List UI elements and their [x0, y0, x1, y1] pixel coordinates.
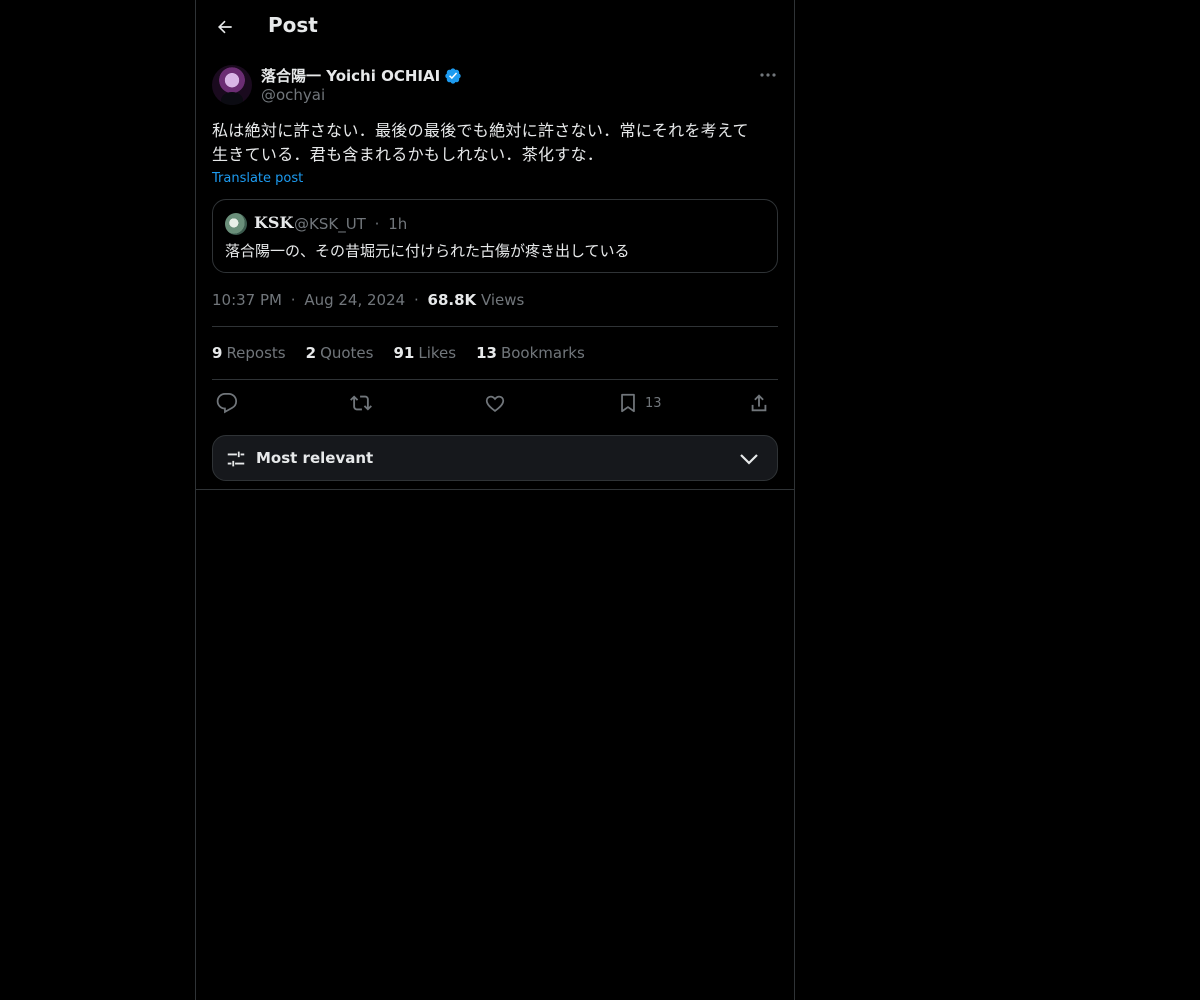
likes-label: Likes	[418, 344, 457, 362]
post-date[interactable]: Aug 24, 2024	[304, 291, 405, 309]
quoted-text: 落合陽一の、その昔堀元に付けられた古傷が疼き出している	[225, 242, 630, 260]
quoted-time: 1h	[388, 215, 408, 233]
post-text-line: 私は絶対に許さない．最後の最後でも絶対に許さない．常にそれを考えて	[212, 121, 749, 140]
like-icon	[485, 395, 505, 412]
divider	[196, 489, 794, 490]
views-label: Views	[480, 291, 525, 309]
bookmark-icon	[621, 393, 635, 413]
repost-button[interactable]	[350, 390, 372, 416]
reply-button[interactable]	[216, 390, 238, 416]
filter-icon	[227, 451, 245, 467]
post-text: 私は絶対に許さない．最後の最後でも絶対に許さない．常にそれを考えて 生きている．…	[212, 119, 782, 167]
divider	[212, 379, 778, 380]
quoted-author-name: KSK	[254, 213, 294, 232]
quotes-count: 2	[305, 344, 317, 362]
separator: ·	[374, 215, 380, 233]
quotes-label: Quotes	[320, 344, 374, 362]
page-title: Post	[268, 13, 318, 37]
author-name[interactable]: 落合陽一 Yoichi OCHIAI	[261, 65, 440, 86]
main-column: Post 落合陽一 Yoichi OCHIAI @ochyai 私は絶対に許さな…	[195, 0, 795, 1000]
share-icon	[751, 394, 767, 412]
likes-count: 91	[393, 344, 415, 362]
bookmark-button[interactable]: 13	[617, 390, 662, 416]
back-arrow-icon	[218, 20, 232, 34]
author-handle[interactable]: @ochyai	[261, 86, 325, 104]
post-header: Post	[196, 0, 794, 54]
back-button[interactable]	[212, 14, 238, 40]
separator: ·	[413, 291, 419, 309]
bookmarks-label: Bookmarks	[500, 344, 585, 362]
post-text-line: 生きている．君も含まれるかもしれない．茶化すな．	[212, 145, 604, 164]
post-meta: 10:37 PM · Aug 24, 2024 · 68.8K Views	[212, 291, 524, 309]
divider	[212, 326, 778, 327]
translate-post-link[interactable]: Translate post	[212, 171, 303, 186]
quoted-meta: @KSK_UT · 1h	[294, 215, 407, 233]
quotes-stat[interactable]: 2 Quotes	[306, 344, 374, 362]
like-button[interactable]	[484, 390, 506, 416]
author-name-row[interactable]: 落合陽一 Yoichi OCHIAI	[261, 65, 462, 86]
replies-sort-dropdown[interactable]: Most relevant	[212, 435, 778, 481]
separator: ·	[290, 291, 296, 309]
verified-badge-icon	[445, 67, 461, 84]
likes-stat[interactable]: 91 Likes	[393, 344, 456, 362]
quoted-author-avatar	[225, 213, 247, 235]
bookmark-count: 13	[645, 395, 662, 411]
more-options-button[interactable]	[755, 64, 781, 86]
author-avatar[interactable]	[212, 65, 252, 105]
sort-label: Most relevant	[256, 449, 374, 467]
more-icon	[760, 73, 776, 77]
reposts-stat[interactable]: 9 Reposts	[212, 344, 286, 362]
bookmarks-count: 13	[476, 344, 497, 362]
quoted-post[interactable]: KSK @KSK_UT · 1h 落合陽一の、その昔堀元に付けられた古傷が疼き出…	[212, 199, 778, 273]
post-time[interactable]: 10:37 PM	[212, 291, 282, 309]
share-button[interactable]	[748, 390, 770, 416]
reposts-label: Reposts	[226, 344, 286, 362]
engagement-stats: 9 Reposts 2 Quotes 91 Likes 13 Bookmarks	[212, 344, 585, 362]
repost-icon	[350, 395, 372, 411]
bookmarks-stat[interactable]: 13 Bookmarks	[476, 344, 585, 362]
chevron-down-icon	[740, 454, 758, 465]
reposts-count: 9	[212, 344, 223, 362]
reply-icon	[216, 392, 238, 414]
quoted-author-handle: @KSK_UT	[294, 215, 366, 233]
views-count: 68.8K	[427, 291, 477, 309]
action-bar: 13	[212, 390, 778, 418]
